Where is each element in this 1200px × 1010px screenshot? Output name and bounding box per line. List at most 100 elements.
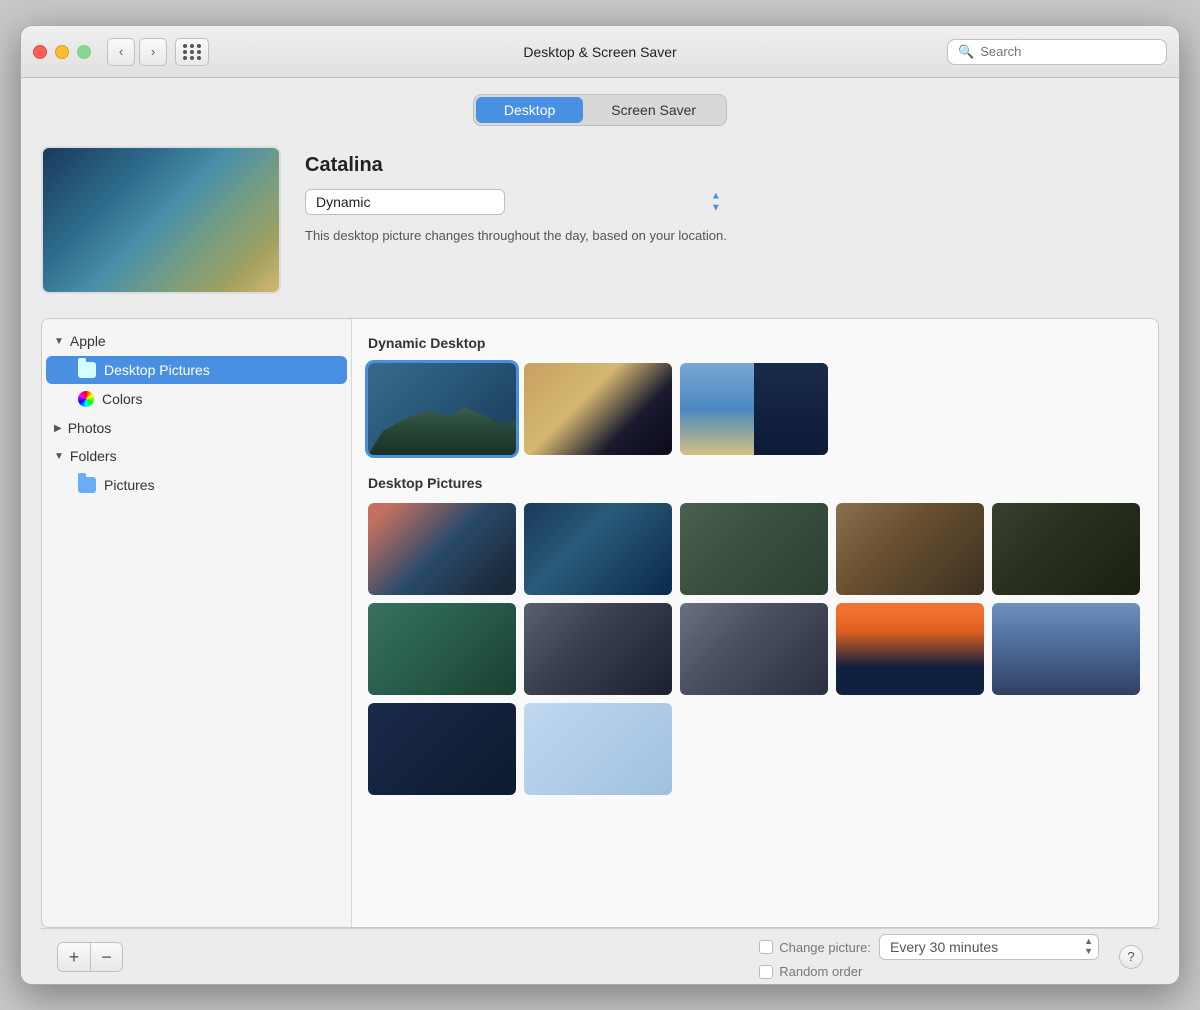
gallery-thumb-dp8[interactable]: [680, 603, 828, 695]
titlebar: ‹ › Desktop & Screen Saver 🔍: [21, 26, 1179, 78]
thumb-image-dp10: [992, 603, 1140, 695]
maximize-button[interactable]: [77, 45, 91, 59]
help-button[interactable]: ?: [1119, 945, 1143, 969]
sky-left: [680, 363, 754, 455]
nav-buttons: ‹ ›: [107, 38, 167, 66]
search-box[interactable]: 🔍: [947, 39, 1167, 65]
gallery-section-dynamic: Dynamic Desktop: [368, 335, 1142, 455]
tab-desktop[interactable]: Desktop: [476, 97, 583, 123]
thumb-image-dynamic-2: [524, 363, 672, 455]
thumb-image-dp11: [368, 703, 516, 795]
sidebar-section-photos[interactable]: ▶ Photos: [42, 414, 351, 442]
gallery-thumb-dp4[interactable]: [836, 503, 984, 595]
gallery-thumb-dynamic-3[interactable]: [680, 363, 828, 455]
thumb-image-dynamic-1: [368, 363, 516, 455]
gallery-pictures-title: Desktop Pictures: [368, 475, 1142, 491]
triangle-icon: ▼: [54, 336, 64, 347]
sidebar: ▼ Apple Desktop Pictures Colors ▶ Photos: [42, 319, 352, 927]
gallery-pictures-grid: [368, 503, 1142, 795]
thumb-image-dp2: [524, 503, 672, 595]
preview-image: [43, 148, 279, 292]
add-remove-buttons: + −: [57, 942, 123, 972]
minimize-button[interactable]: [55, 45, 69, 59]
tabs-row: Desktop Screen Saver: [41, 94, 1159, 126]
gallery-thumb-dp1[interactable]: [368, 503, 516, 595]
grid-button[interactable]: [175, 38, 209, 66]
change-picture-label[interactable]: Change picture:: [759, 940, 871, 955]
triangle-photos-icon: ▶: [54, 423, 62, 434]
thumb-image-dp7: [524, 603, 672, 695]
interval-select-wrapper: Every 30 minutes Every 5 minutes Every h…: [879, 934, 1099, 960]
traffic-lights: [33, 45, 91, 59]
gallery-thumb-dp7[interactable]: [524, 603, 672, 695]
change-picture-checkbox[interactable]: [759, 940, 773, 954]
gallery-thumb-dp6[interactable]: [368, 603, 516, 695]
forward-button[interactable]: ›: [139, 38, 167, 66]
triangle-folders-icon: ▼: [54, 451, 64, 462]
thumb-image-dp6: [368, 603, 516, 695]
select-arrows-icon: ▲ ▼: [711, 191, 721, 214]
gallery-thumb-dp3[interactable]: [680, 503, 828, 595]
sidebar-item-colors[interactable]: Colors: [46, 385, 347, 413]
random-order-row: Random order: [759, 964, 1099, 979]
style-select[interactable]: Dynamic Light (Still) Dark (Still): [305, 189, 505, 215]
preview-info: Catalina Dynamic Light (Still) Dark (Sti…: [305, 146, 727, 245]
sidebar-section-folders[interactable]: ▼ Folders: [42, 442, 351, 470]
sidebar-desktop-pictures-label: Desktop Pictures: [104, 362, 210, 378]
content-area: Desktop Screen Saver Catalina Dynamic Li…: [21, 78, 1179, 984]
sidebar-item-pictures[interactable]: Pictures: [46, 471, 347, 499]
sidebar-apple-label: Apple: [70, 333, 106, 349]
gallery-thumb-dp9[interactable]: [836, 603, 984, 695]
tab-container: Desktop Screen Saver: [473, 94, 727, 126]
change-picture-text: Change picture:: [779, 940, 871, 955]
main-window: ‹ › Desktop & Screen Saver 🔍 Desktop Scr…: [20, 25, 1180, 985]
search-input[interactable]: [980, 44, 1156, 59]
change-picture-row: Change picture: Every 30 minutes Every 5…: [759, 934, 1099, 960]
sidebar-section-apple[interactable]: ▼ Apple: [42, 327, 351, 355]
thumb-image-dp3: [680, 503, 828, 595]
sidebar-photos-label: Photos: [68, 420, 112, 436]
sky-right: [754, 363, 828, 455]
thumb-image-dp9: [836, 603, 984, 695]
bottom-options: Change picture: Every 30 minutes Every 5…: [759, 934, 1099, 979]
thumb-image-dp1: [368, 503, 516, 595]
add-button[interactable]: +: [58, 943, 90, 971]
gallery-section-pictures: Desktop Pictures: [368, 475, 1142, 795]
style-select-wrapper: Dynamic Light (Still) Dark (Still) ▲ ▼: [305, 189, 727, 215]
gallery-thumb-dp2[interactable]: [524, 503, 672, 595]
sidebar-folders-label: Folders: [70, 448, 117, 464]
folder-icon: [78, 362, 96, 378]
gallery-dynamic-grid: [368, 363, 1142, 455]
gallery-thumb-dp11[interactable]: [368, 703, 516, 795]
sidebar-colors-label: Colors: [102, 391, 142, 407]
thumb-image-dp8: [680, 603, 828, 695]
interval-select[interactable]: Every 30 minutes Every 5 minutes Every h…: [879, 934, 1099, 960]
random-order-label[interactable]: Random order: [759, 964, 862, 979]
gallery-thumb-dp12[interactable]: [524, 703, 672, 795]
gallery-thumb-dp10[interactable]: [992, 603, 1140, 695]
thumb-image-dynamic-3: [680, 363, 828, 455]
gallery-dynamic-title: Dynamic Desktop: [368, 335, 1142, 351]
window-title: Desktop & Screen Saver: [523, 44, 676, 60]
sidebar-item-desktop-pictures[interactable]: Desktop Pictures: [46, 356, 347, 384]
sidebar-pictures-label: Pictures: [104, 477, 155, 493]
back-button[interactable]: ‹: [107, 38, 135, 66]
thumb-image-dp5: [992, 503, 1140, 595]
preview-title: Catalina: [305, 154, 727, 177]
mountain-shape: [368, 395, 516, 455]
color-wheel-icon: [78, 391, 94, 407]
gallery-thumb-dynamic-1[interactable]: [368, 363, 516, 455]
bottom-bar: + − Change picture: Every 30 minutes Eve…: [41, 928, 1159, 984]
main-panel: ▼ Apple Desktop Pictures Colors ▶ Photos: [41, 318, 1159, 928]
remove-button[interactable]: −: [90, 943, 122, 971]
preview-thumbnail: [41, 146, 281, 294]
pictures-folder-icon: [78, 477, 96, 493]
close-button[interactable]: [33, 45, 47, 59]
random-order-checkbox[interactable]: [759, 965, 773, 979]
bottom-right: Change picture: Every 30 minutes Every 5…: [751, 934, 1143, 979]
tab-screensaver[interactable]: Screen Saver: [583, 97, 724, 123]
gallery-thumb-dynamic-2[interactable]: [524, 363, 672, 455]
gallery-thumb-dp5[interactable]: [992, 503, 1140, 595]
gallery[interactable]: Dynamic Desktop: [352, 319, 1158, 927]
search-icon: 🔍: [958, 44, 974, 60]
